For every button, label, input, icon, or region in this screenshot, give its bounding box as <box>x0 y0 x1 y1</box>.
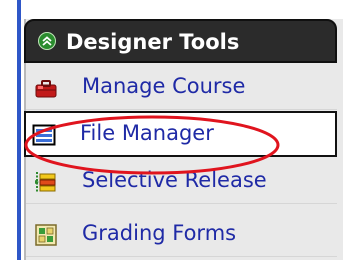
sidebar-item-manage-course[interactable]: Manage Course <box>26 64 337 110</box>
file-manager-icon <box>32 123 56 147</box>
sidebar-item-label[interactable]: Selective Release <box>82 167 267 193</box>
sidebar-item-label[interactable]: Grading Forms <box>82 220 236 246</box>
sidebar-item-file-manager[interactable]: File Manager <box>24 111 337 157</box>
toolbox-icon <box>34 76 58 100</box>
sidebar-item-label[interactable]: File Manager <box>80 120 214 146</box>
collapse-chevrons-icon[interactable] <box>38 32 56 50</box>
panel-title: Designer Tools <box>66 30 240 54</box>
sidebar-item-label[interactable]: Manage Course <box>82 73 245 99</box>
grading-forms-icon <box>34 223 58 247</box>
screenshot-frame: Designer Tools Manage Course File Manage… <box>0 0 343 260</box>
sidebar-item-selective-release[interactable]: Selective Release <box>26 158 337 204</box>
panel-header[interactable]: Designer Tools <box>24 19 337 63</box>
selective-release-icon <box>34 170 58 194</box>
left-accent-rule <box>17 0 21 260</box>
sidebar-item-grading-forms[interactable]: Grading Forms <box>26 211 337 257</box>
